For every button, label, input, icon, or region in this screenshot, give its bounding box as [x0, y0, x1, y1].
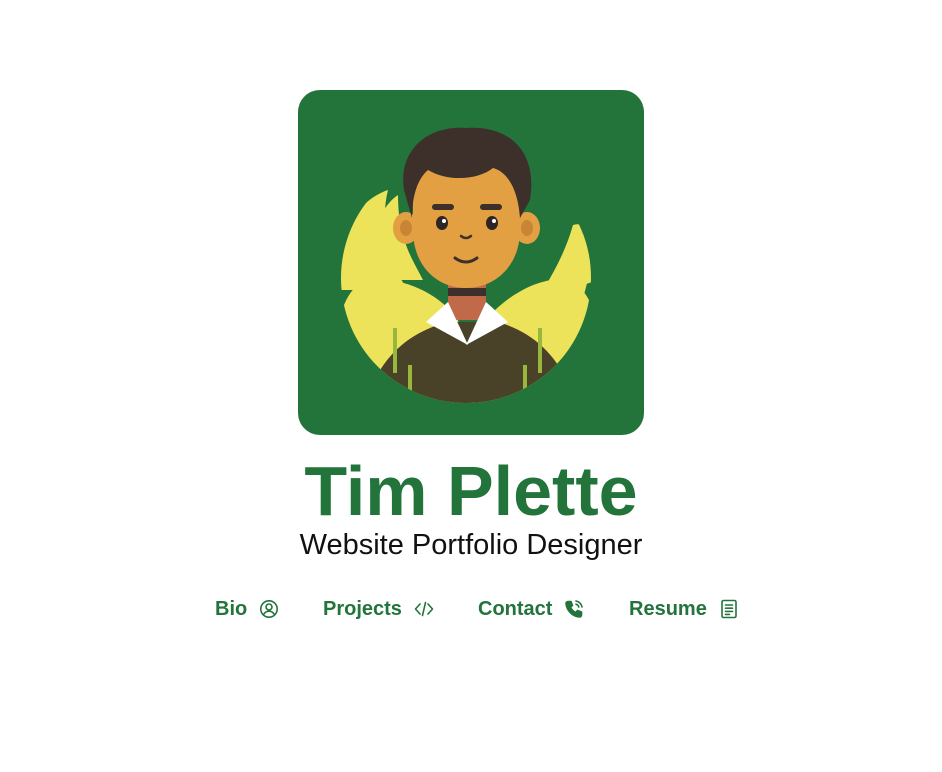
nav-projects-label: Projects	[323, 598, 402, 620]
document-icon	[719, 599, 739, 619]
nav-bio-label: Bio	[215, 598, 248, 620]
avatar-illustration	[298, 90, 644, 435]
main-nav: Bio Projects Contact Resume	[0, 594, 942, 624]
page-title: Tim Plette	[304, 452, 638, 530]
profile-avatar	[298, 90, 644, 435]
nav-projects-link[interactable]: Projects	[323, 594, 434, 624]
nav-contact-label: Contact	[478, 598, 553, 620]
user-circle-icon	[259, 599, 279, 619]
nav-bio-link[interactable]: Bio	[215, 594, 279, 624]
nav-resume-label: Resume	[629, 598, 707, 620]
code-icon	[414, 599, 434, 619]
nav-contact-link[interactable]: Contact	[478, 594, 584, 624]
page-subtitle: Website Portfolio Designer	[299, 529, 643, 561]
nav-resume-link[interactable]: Resume	[629, 594, 739, 624]
phone-call-icon	[564, 599, 584, 619]
